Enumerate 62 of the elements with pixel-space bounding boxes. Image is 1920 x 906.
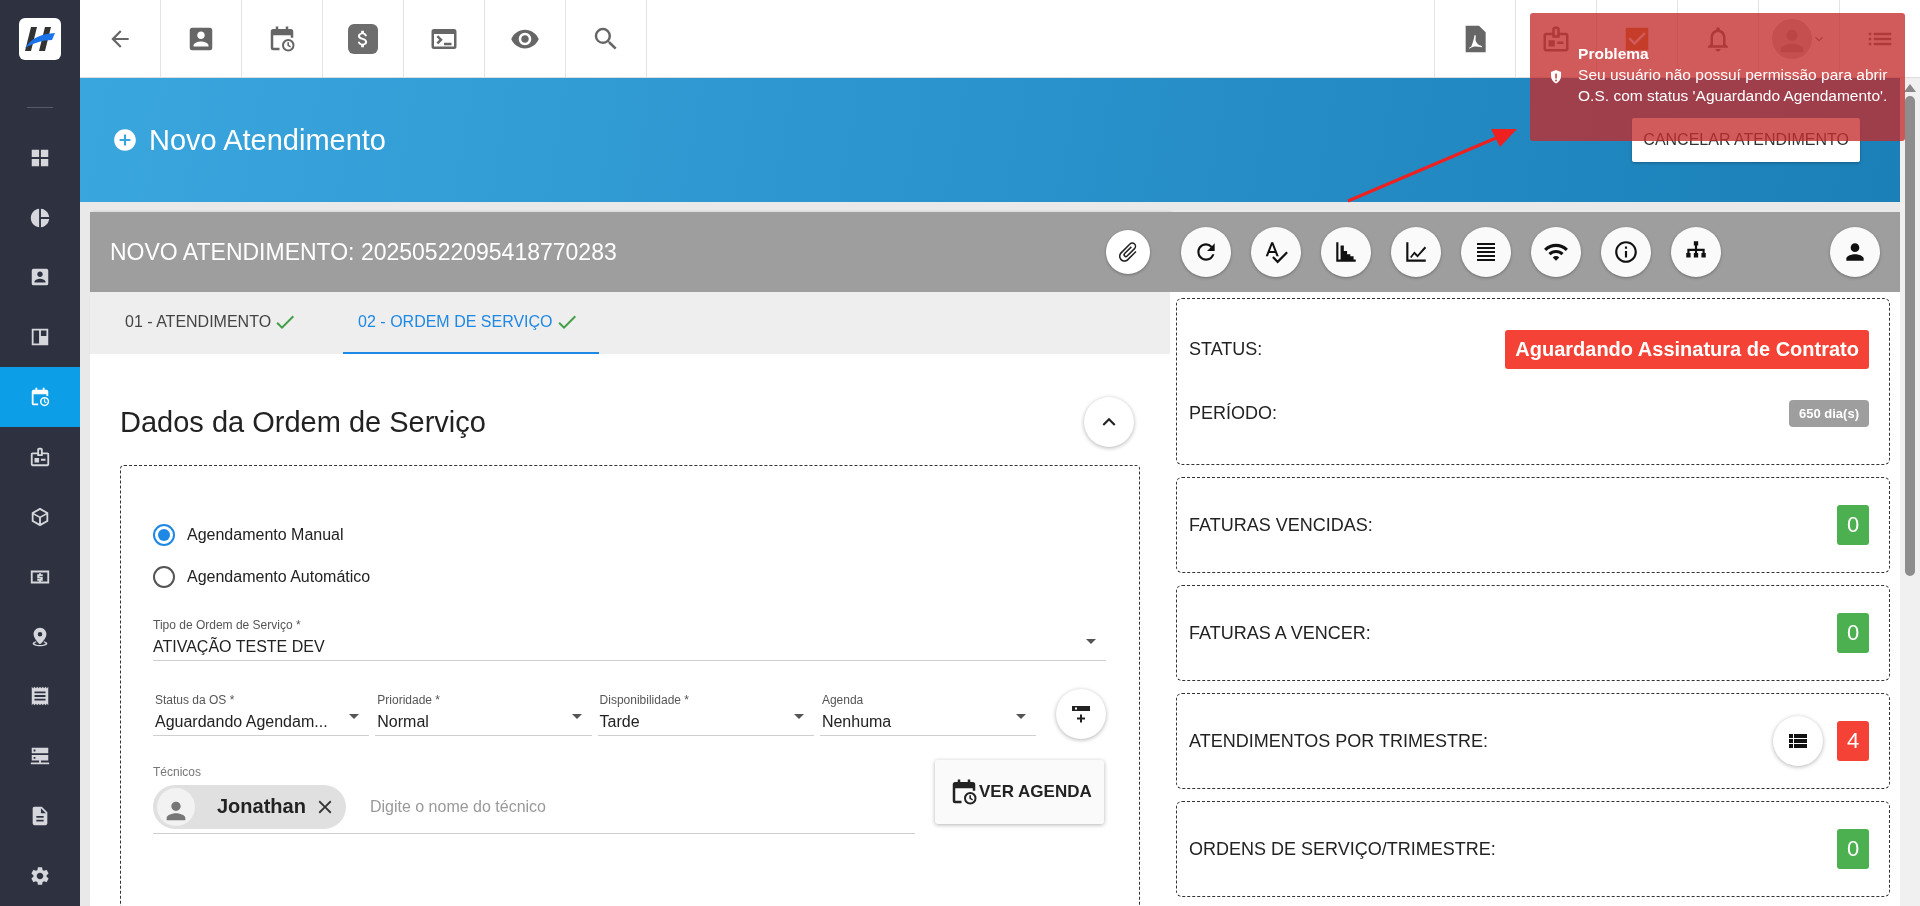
lines-button[interactable] <box>1461 227 1511 277</box>
status-label: STATUS: <box>1189 339 1264 360</box>
receipt-icon <box>29 685 51 708</box>
line-chart-button[interactable] <box>1391 227 1441 277</box>
info-icon <box>1613 239 1639 265</box>
scrollbar[interactable] <box>1900 78 1920 906</box>
view-schedule-button[interactable]: VER AGENDA <box>935 760 1104 824</box>
count-badge: 0 <box>1837 505 1869 545</box>
sitemap-button[interactable] <box>1671 227 1721 277</box>
status-badge: Aguardando Assinatura de Contrato <box>1505 330 1869 369</box>
select-field[interactable]: Prioridade * Normal <box>375 692 592 736</box>
select-field[interactable]: Status da OS * Aguardando Agendam... <box>153 692 370 736</box>
period-badge: 650 dia(s) <box>1789 400 1869 427</box>
settings-icon <box>29 865 51 888</box>
line-chart-icon <box>1403 239 1429 265</box>
box-icon <box>29 505 51 528</box>
count-badge: 0 <box>1837 613 1869 653</box>
toast-message: Problema Seu usuário não possuí permissão para abrir O.S. com status 'Aguardando Agendamento'. <box>1578 43 1889 106</box>
spellcheck-icon <box>1263 239 1289 265</box>
card-title: NOVO ATENDIMENTO: 20250522095418770283 <box>110 238 618 266</box>
section-title: Dados da Ordem de Serviço <box>120 405 487 439</box>
select-field[interactable]: Agenda Nenhuma <box>819 692 1037 736</box>
select-field[interactable]: Disponibilidade * Tarde <box>597 692 814 736</box>
dropdown-caret-icon <box>793 713 804 719</box>
spellcheck-button[interactable] <box>1251 227 1301 277</box>
counter-label: FATURAS VENCIDAS: <box>1189 514 1374 536</box>
counter-label: FATURAS A VENCER: <box>1189 622 1372 644</box>
contact-button[interactable] <box>1830 227 1880 277</box>
count-badge: 0 <box>1837 829 1869 869</box>
tab[interactable]: 01 - ATENDIMENTO <box>110 292 318 354</box>
wifi-button[interactable] <box>1531 227 1581 277</box>
dropdown-caret-icon <box>349 713 360 719</box>
attach-button[interactable] <box>1106 230 1150 274</box>
period-label: PERÍODO: <box>1189 403 1278 424</box>
logo-icon[interactable] <box>19 17 61 60</box>
lines-icon <box>1474 240 1498 264</box>
add-schedule-button[interactable] <box>1056 689 1106 739</box>
refresh-button[interactable] <box>1181 227 1231 277</box>
dropdown-caret-icon <box>1086 639 1096 644</box>
page-title: Novo Atendimento <box>149 123 387 157</box>
calendar-clock-icon <box>29 386 51 409</box>
list-button[interactable] <box>1773 716 1823 766</box>
counter-label: ORDENS DE SERVIÇO/TRIMESTRE: <box>1189 838 1497 860</box>
radio-button[interactable] <box>153 566 175 588</box>
pie-chart-icon <box>29 206 51 229</box>
bar-chart-icon <box>1333 239 1359 265</box>
info-button[interactable] <box>1601 227 1651 277</box>
scroll-up-icon <box>1904 84 1916 92</box>
dropdown-caret-icon <box>571 713 582 719</box>
dropdown-caret-icon <box>1016 713 1027 719</box>
field-label: Técnicos <box>153 765 202 779</box>
bar-chart-button[interactable] <box>1321 227 1371 277</box>
count-badge: 4 <box>1837 721 1869 761</box>
technician-field[interactable]: Jonathan Digite o nome do técnico <box>153 780 915 834</box>
radio-label: Agendamento Manual <box>187 526 344 544</box>
select-field[interactable]: Tipo de Ordem de Serviço * ATIVAÇÃO TESTE DEV <box>153 618 1106 661</box>
radio-button[interactable] <box>153 524 175 546</box>
counter-label: ATENDIMENTOS POR TRIMESTRE: <box>1189 730 1490 752</box>
radio-label: Agendamento Automático <box>187 568 371 586</box>
avatar-icon <box>157 787 195 826</box>
technician-chip[interactable]: Jonathan <box>153 784 346 829</box>
id-card-icon <box>29 446 51 469</box>
